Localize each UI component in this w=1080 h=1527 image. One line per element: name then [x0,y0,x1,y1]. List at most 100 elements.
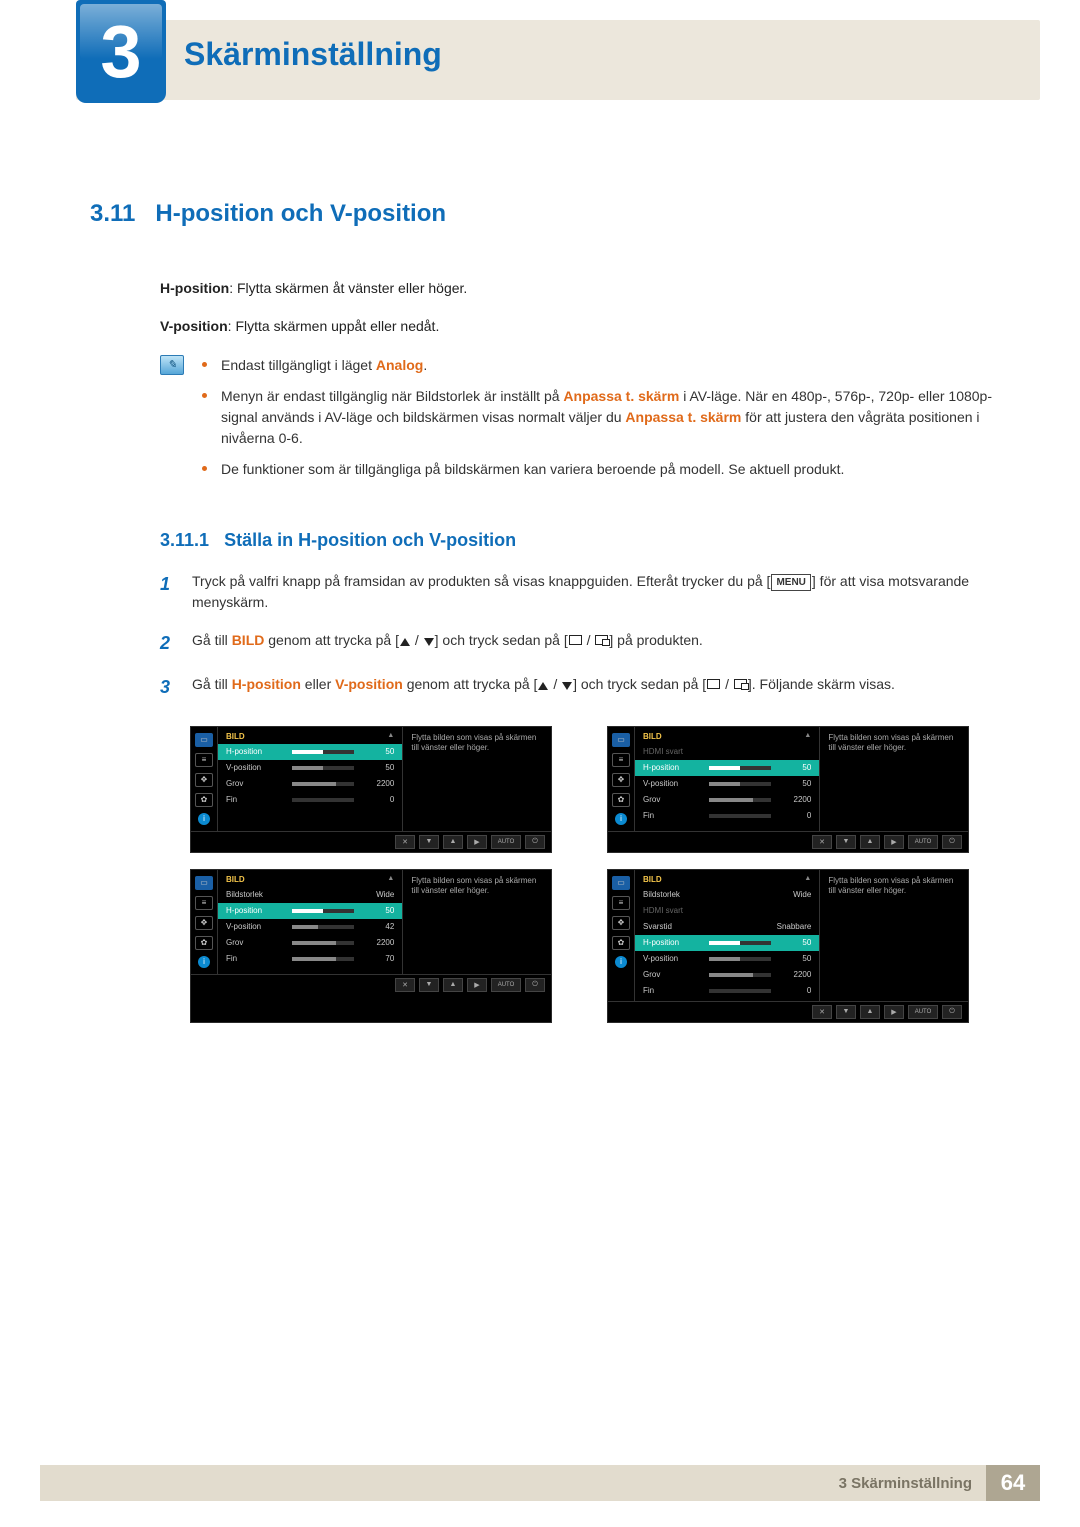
osd-row: H-position50 [635,760,819,776]
osd-value: 2200 [779,970,811,979]
osd-help-text: Flytta bilden som visas på skärmen till … [819,870,968,1001]
vpos-text: : Flytta skärmen uppåt eller nedåt. [228,318,440,334]
monitor-icon: ▭ [612,876,630,890]
osd-row-label: H-position [226,906,292,915]
osd-bar [709,941,771,945]
gear-icon: ✿ [195,936,213,950]
osd-bar [292,957,354,961]
close-icon: ✕ [812,835,832,849]
osd-row-label: Grov [643,795,709,804]
position-icon: ✥ [195,773,213,787]
osd-list: BILD▲HDMI svartH-position50V-position50G… [635,727,819,831]
osd-row: Fin0 [635,983,819,999]
info-icon: i [198,956,210,968]
intro-vpos: V-position: Flytta skärmen uppåt eller n… [160,316,1000,336]
osd-sidebar: ▭≡✥✿i [191,727,218,831]
footer-page: 64 [986,1465,1040,1501]
position-icon: ✥ [195,916,213,930]
power-icon: ⏻ [525,978,545,992]
osd-row: H-position50 [635,935,819,951]
info-icon: i [615,956,627,968]
osd-list: BILD▲H-position50V-position50Grov2200Fin… [218,727,402,831]
note3: De funktioner som är tillgängliga på bil… [221,459,844,480]
section-heading: 3.11 H-position och V-position [90,200,1000,228]
power-icon: ⏻ [525,835,545,849]
menu-button-icon: MENU [771,574,810,592]
subsection-title: Ställa in H-position och V-position [224,530,516,550]
osd-row-label: V-position [643,779,709,788]
osd-row-label: Fin [226,795,292,804]
n2h: AV [325,409,342,425]
osd-value-text: Wide [751,890,811,899]
down-arrow-icon: ▼ [836,835,856,849]
steps: 1 Tryck på valfri knapp på framsidan av … [160,571,1000,702]
osd-row-label: Fin [226,954,292,963]
osd-value: 2200 [362,938,394,947]
rect-enter-icon [734,679,747,689]
osd-row: V-position50 [218,760,402,776]
auto-button: AUTO [491,978,521,992]
n2e: i [679,388,689,404]
osd-row-label: H-position [643,763,709,772]
osd-row: SvarstidSnabbare [635,919,819,935]
subsection-heading: 3.11.1 Ställa in H-position och V-positi… [160,530,1000,551]
osd-value: 50 [362,747,394,756]
osd-row: Fin0 [218,792,402,808]
osd-row-label: Grov [643,970,709,979]
s3a: Gå till [192,676,232,692]
osd-footer: ✕▼▲▶AUTO⏻ [191,831,551,852]
step-3: 3 Gå till H-position eller V-position ge… [160,674,1000,702]
n2i: -läge och bildskärmen visas normalt välj… [341,409,625,425]
osd-row-label: V-position [226,922,292,931]
osd-title: BILD▲ [218,872,402,887]
note-list: Endast tillgängligt i läget Analog. Meny… [202,355,1000,490]
osd-row: BildstorlekWide [635,887,819,903]
s2a: Gå till [192,632,232,648]
s3v: V-position [335,676,403,692]
up-arrow-icon: ▲ [443,978,463,992]
osd-bar [709,814,771,818]
monitor-icon: ▭ [195,733,213,747]
osd-panel-2: ▭≡✥✿iBILD▲HDMI svartH-position50V-positi… [607,726,969,853]
osd-row: Grov2200 [218,776,402,792]
osd-title: BILD▲ [635,872,819,887]
note-item-1: Endast tillgängligt i läget Analog. [202,355,1000,376]
chapter-number: 3 [100,9,141,94]
osd-row-label: Bildstorlek [643,890,751,899]
bullet-icon [202,393,207,398]
hpos-text: : Flytta skärmen åt vänster eller höger. [229,280,467,296]
osd-row: H-position50 [218,744,402,760]
osd-row: BildstorlekWide [218,887,402,903]
right-arrow-icon: ▶ [884,1005,904,1019]
osd-title: BILD▲ [218,729,402,744]
osd-row: Fin70 [218,951,402,967]
power-icon: ⏻ [942,1005,962,1019]
up-arrow-icon [400,638,410,646]
rect-enter-icon [595,635,608,645]
down-arrow-icon: ▼ [836,1005,856,1019]
n2f: AV [690,388,707,404]
note1-a: Endast tillgängligt i läget [221,357,376,373]
info-icon: i [198,813,210,825]
position-icon: ✥ [612,773,630,787]
osd-bar [292,925,354,929]
n2b: Bildstorlek [416,388,481,404]
note1-b: Analog [376,357,423,373]
s3c: ] och tryck sedan på [ [573,676,706,692]
osd-help-text: Flytta bilden som visas på skärmen till … [402,870,551,974]
osd-value: 50 [779,779,811,788]
step-2: 2 Gå till BILD genom att trycka på [ / ]… [160,630,1000,658]
osd-row: V-position42 [218,919,402,935]
osd-row: V-position50 [635,951,819,967]
osd-row: H-position50 [218,903,402,919]
chapter-badge: 3 [76,0,166,103]
osd-bar [709,782,771,786]
osd-help-text: Flytta bilden som visas på skärmen till … [819,727,968,831]
position-icon: ✥ [612,916,630,930]
s3b: genom att trycka på [ [403,676,538,692]
close-icon: ✕ [395,978,415,992]
osd-sidebar: ▭≡✥✿i [608,727,635,831]
osd-value: 2200 [362,779,394,788]
close-icon: ✕ [812,1005,832,1019]
osd-bar [292,782,354,786]
